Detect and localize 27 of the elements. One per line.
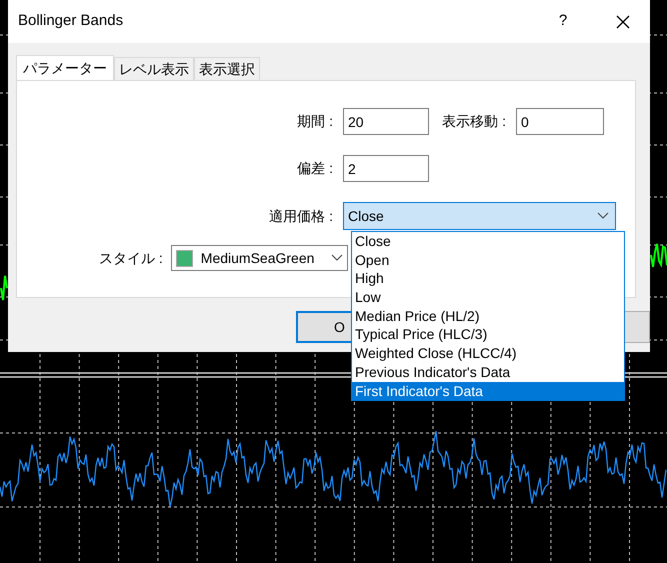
input-field[interactable]: 0 [516, 108, 604, 135]
chevron-icon [597, 212, 609, 220]
dropdown-option[interactable]: Open [352, 250, 624, 270]
field-label: 表示移動 : [441, 112, 507, 131]
field-label: 偏差 : [296, 159, 334, 178]
close-icon [616, 14, 630, 28]
dropdown-option[interactable]: Previous Indicator's Data [352, 362, 624, 382]
color-dropdown[interactable]: MediumSeaGreen [170, 245, 348, 271]
field-label: 適用価格 : [268, 206, 334, 226]
input-field[interactable]: 2 [343, 155, 429, 182]
tab[interactable]: パラメーター [16, 55, 114, 81]
field-label: スタイル : [99, 248, 164, 268]
price-line [650, 242, 667, 268]
field-label: 期間 : [296, 112, 334, 131]
tab[interactable]: 表示選択 [194, 57, 260, 80]
dropdown-option[interactable]: Close [352, 232, 624, 251]
price-line [0, 274, 8, 302]
help-button[interactable]: ? [540, 6, 586, 38]
dropdown-option[interactable]: First Indicator's Data [352, 382, 624, 400]
window-title: Bollinger Bands [18, 11, 124, 32]
input-field[interactable]: 20 [343, 108, 429, 135]
dropdown-field[interactable]: Close [343, 202, 616, 230]
dropdown-option[interactable]: Low [352, 288, 624, 307]
dropdown-option[interactable]: High [352, 269, 624, 288]
dropdown-option[interactable]: Weighted Close (HLCC/4) [352, 344, 624, 363]
tab[interactable]: レベル表示 [114, 57, 194, 80]
chevron-icon [330, 254, 343, 262]
